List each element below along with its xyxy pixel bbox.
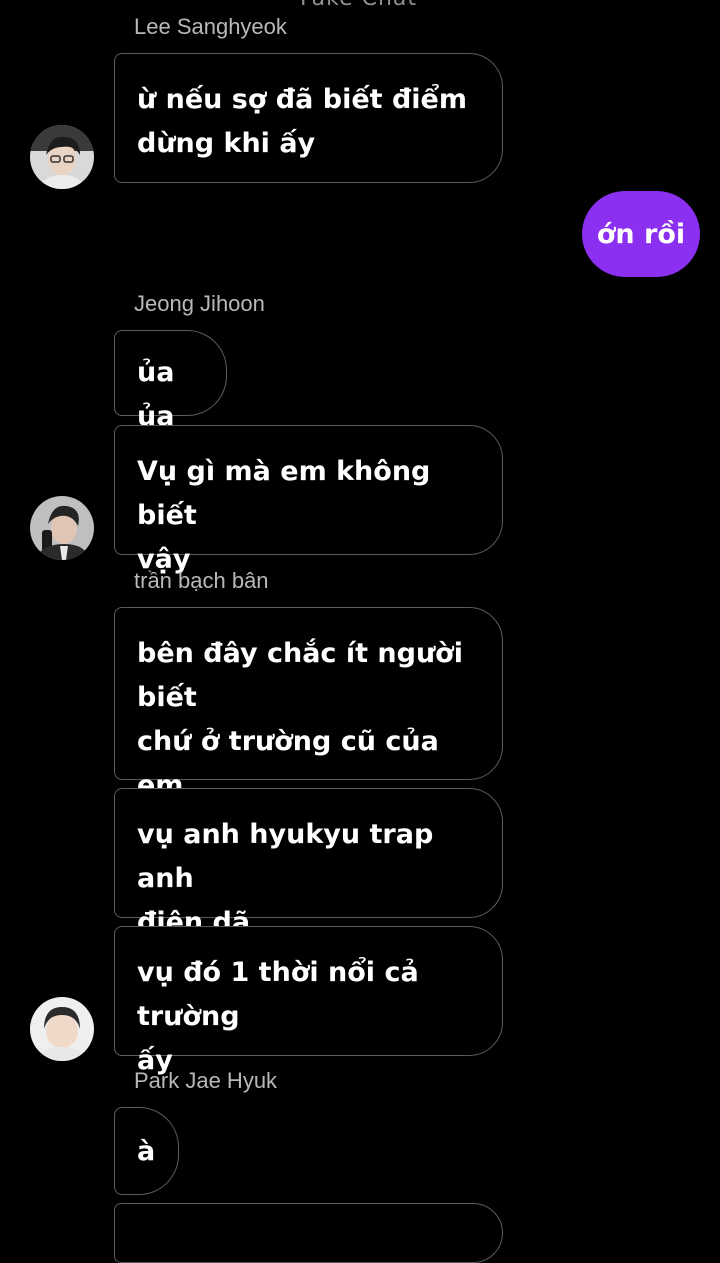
message-bubble[interactable]: Vụ gì mà em không biết vậy — [114, 425, 503, 575]
sent-message-bubble[interactable]: ớn rồi — [582, 191, 700, 277]
avatar-jeong-jihoon[interactable] — [30, 496, 94, 560]
sender-name: Jeong Jihoon — [134, 291, 265, 316]
message-text: à — [137, 1136, 156, 1167]
message-bubble[interactable]: à — [114, 1107, 179, 1195]
message-bubble[interactable]: bên đây chắc ít người biết chứ ở trường … — [114, 607, 503, 845]
message-text: ừ nếu sợ đã biết điểm dừng khi ấy — [137, 84, 467, 159]
message-bubble[interactable]: ủa ủa — [114, 330, 227, 432]
sender-name: trần bạch bân — [134, 568, 269, 593]
sent-message-text: ớn rồi — [596, 218, 686, 250]
message-bubble[interactable]: ừ nếu sợ đã biết điểm dừng khi ấy — [114, 53, 503, 183]
message-bubble-partial[interactable] — [114, 1203, 503, 1263]
sender-name: Lee Sanghyeok — [134, 14, 287, 39]
header-title-cut: Fake Chat — [300, 0, 417, 11]
message-text: vụ đó 1 thời nổi cả trường ấy — [137, 957, 419, 1076]
avatar-lee-sanghyeok[interactable] — [30, 125, 94, 189]
message-bubble[interactable]: vụ anh hyukyu trap anh điên dã — [114, 788, 503, 938]
avatar-tran-bach-ban[interactable] — [30, 997, 94, 1061]
message-bubble[interactable]: vụ đó 1 thời nổi cả trường ấy — [114, 926, 503, 1076]
sender-name: Park Jae Hyuk — [134, 1068, 278, 1093]
message-text: Vụ gì mà em không biết vậy — [137, 456, 431, 575]
